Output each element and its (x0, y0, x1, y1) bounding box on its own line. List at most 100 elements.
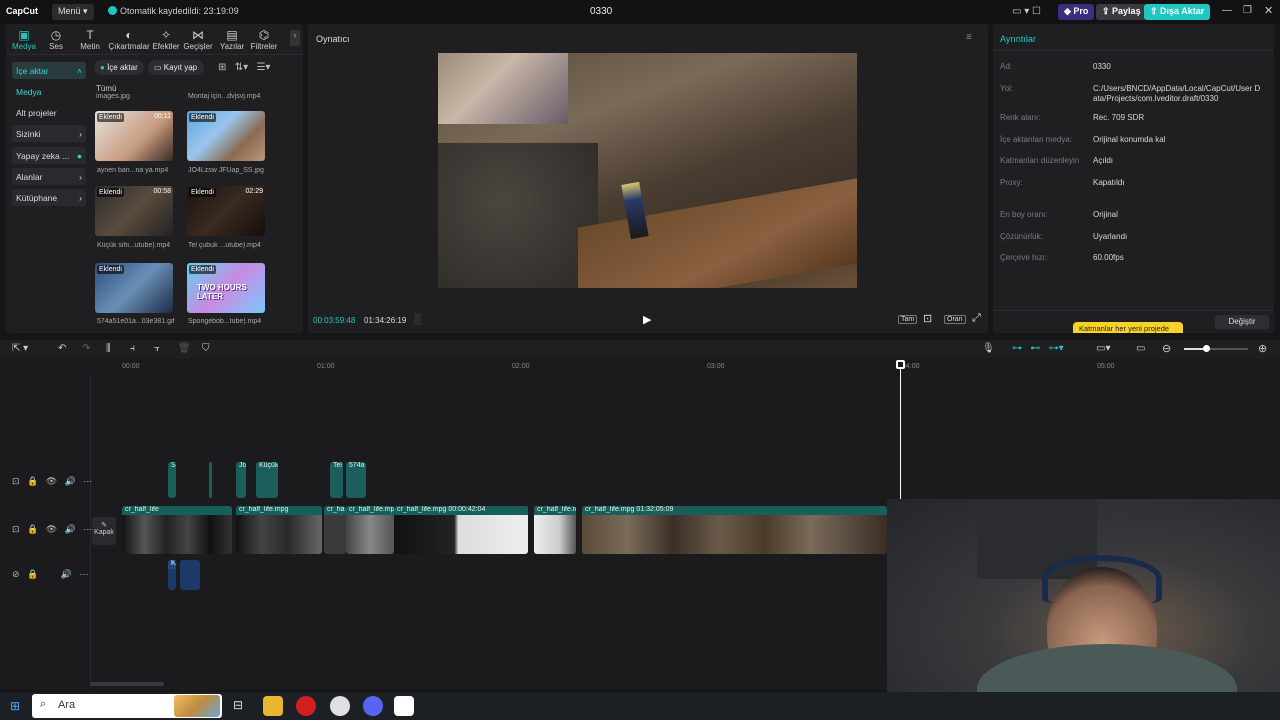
media-item[interactable]: Eklendi (187, 111, 265, 161)
opera-icon[interactable] (296, 696, 316, 716)
cover-button[interactable]: ✎ Kapak (92, 517, 116, 545)
close-icon[interactable]: ✕ (1264, 4, 1273, 17)
tab-transition[interactable]: ⋈ Geçişler (180, 28, 216, 51)
split-icon[interactable]: ⫼ (106, 343, 111, 354)
caption-icon[interactable]: ▭ (1136, 343, 1145, 354)
video-preview[interactable] (438, 53, 857, 288)
media-item[interactable]: Eklendi 00:11 (95, 111, 173, 161)
sidebar-item-media[interactable]: Medya (12, 83, 86, 100)
capcut-icon[interactable] (394, 696, 414, 716)
crop-icon[interactable]: ⊡ (923, 312, 932, 325)
audio-clip[interactable]: Ki (168, 560, 176, 590)
export-button[interactable]: ⇧ Dışa Aktar (1144, 4, 1211, 20)
minimize-icon[interactable]: — (1222, 5, 1232, 16)
details-title: Ayrıntılar (1000, 34, 1036, 44)
tab-captions[interactable]: ▤ Yazılar (214, 28, 250, 51)
overlay-clip[interactable]: S (168, 462, 176, 498)
overlay-clip[interactable] (209, 462, 212, 498)
track-icons[interactable]: ⊘ 🔒 🔊 ⋯ (12, 569, 88, 580)
tab-label: Medya (11, 42, 36, 51)
divider (6, 54, 303, 55)
headphones (1042, 555, 1162, 603)
tab-audio[interactable]: ◷ Ses (38, 28, 74, 51)
obs-icon[interactable] (330, 696, 350, 716)
microphone-icon[interactable]: 🎙 (982, 343, 995, 354)
tab-media[interactable]: ▣ Medya (6, 28, 42, 51)
tab-text[interactable]: T Metin (72, 28, 108, 51)
main-clip[interactable]: cr_ha (324, 506, 346, 554)
split-left-icon[interactable]: ⫞ (130, 343, 135, 354)
tab-label: Filtreler (250, 42, 278, 51)
playhead-handle[interactable] (896, 360, 905, 369)
chevron-right-icon[interactable]: › (290, 30, 300, 46)
discord-icon[interactable] (363, 696, 383, 716)
waveform-icon[interactable]: ▒ (414, 314, 421, 325)
overlay-clip[interactable]: Küçük (256, 462, 278, 498)
playhead[interactable] (900, 362, 901, 500)
menu-icon[interactable]: ≡ (966, 32, 972, 43)
overlay-clip[interactable]: 574a (346, 462, 366, 498)
sidebar-item-subprojects[interactable]: Alt projeler (12, 104, 86, 121)
full-button[interactable]: Tam (898, 315, 918, 324)
detail-label: En boy oranı: (1000, 210, 1048, 219)
main-clip[interactable]: cr_half_life.m (534, 506, 576, 554)
maximize-icon[interactable]: ❐ (1243, 5, 1252, 16)
search-highlight-image (174, 695, 220, 717)
task-view-icon[interactable]: ⊟ (233, 698, 243, 712)
sidebar-item-spaces[interactable]: Alanlar › (12, 168, 86, 185)
windows-start-icon[interactable]: ⊞ (10, 699, 20, 713)
search-icon[interactable]: ⌕ (190, 63, 195, 74)
split-right-icon[interactable]: ⫟ (154, 343, 160, 354)
media-item[interactable]: Eklendi (95, 263, 173, 313)
fullscreen-icon[interactable]: ⤢ (972, 312, 981, 325)
overlay-clip[interactable]: Tel (330, 462, 343, 498)
zoom-slider-handle[interactable] (1203, 345, 1210, 352)
main-clip[interactable]: cr_half_life.mpg (346, 506, 394, 554)
main-clip[interactable]: cr_half_life.mpg (236, 506, 322, 554)
media-item[interactable]: Eklendi 02:29 (187, 186, 265, 236)
play-icon[interactable]: ▶ (643, 313, 651, 326)
track-icons[interactable]: ⊡ 🔒 👁 🔊 ⋯ (12, 476, 92, 487)
redo-icon[interactable]: ↷ (82, 343, 90, 354)
layout-icon[interactable]: ▭ ▾ ☐ (1012, 6, 1041, 17)
media-item[interactable]: Eklendi 00:58 (95, 186, 173, 236)
sidebar-item-yours[interactable]: Sizinki › (12, 125, 86, 142)
main-clip[interactable]: cr_half_life (122, 506, 232, 554)
select-tool-icon[interactable]: ⇱ ▾ (12, 343, 28, 354)
tab-sticker[interactable]: ◐ Çıkartmalar (106, 28, 152, 51)
zoom-in-icon[interactable]: ⊕ (1258, 342, 1267, 355)
undo-icon[interactable]: ↶ (58, 343, 66, 354)
detail-label: Çözünürlük: (1000, 232, 1043, 241)
import-button[interactable]: ● İçe aktar (94, 60, 144, 75)
horizontal-scrollbar[interactable] (90, 682, 164, 686)
zoom-out-icon[interactable]: ⊖ (1162, 342, 1171, 355)
media-item[interactable]: Eklendi TWO HOURS LATER (187, 263, 265, 313)
record-button[interactable]: ▭ Kayıt yap (148, 60, 204, 75)
main-clip[interactable]: cr_half_life.mpg 01:32:05:09 (582, 506, 887, 554)
overlay-clip[interactable]: Jö (236, 462, 246, 498)
audio-clip[interactable] (180, 560, 200, 590)
main-clip[interactable]: cr_half_life.mpg 00:00:42:04 (394, 506, 528, 554)
change-button[interactable]: Değiştir (1215, 315, 1269, 329)
tab-filter[interactable]: ⌬ Filtreler (246, 28, 282, 51)
delete-icon[interactable]: 🗑 (178, 343, 191, 354)
track-icons[interactable]: ⊡ 🔒 👁 🔊 ⋯ (12, 524, 92, 535)
shield-icon[interactable]: ⛉ (202, 343, 210, 354)
share-button[interactable]: ⇪ Paylaş (1096, 4, 1147, 20)
divider (993, 310, 1274, 311)
file-explorer-icon[interactable] (263, 696, 283, 716)
zoom-slider[interactable] (1184, 345, 1248, 352)
preview-icon[interactable]: ▭▾ (1096, 343, 1110, 354)
menu-button[interactable]: Menü ▾ (52, 4, 94, 20)
grid-view-icon[interactable]: ⊞ ⇅▾ ☰▾ (218, 62, 270, 73)
sidebar-item-library[interactable]: Kütüphane › (12, 189, 86, 206)
ratio-button[interactable]: Oran (944, 315, 966, 324)
sidebar-item-import[interactable]: İçe aktar ˄ (12, 62, 86, 79)
detail-value: Açıldı (1093, 156, 1114, 165)
pro-button[interactable]: ◆ Pro (1058, 4, 1095, 20)
webcam-feed (887, 499, 1280, 720)
link-icon[interactable]: ⊶ ⊷ ⊶▾ (1012, 343, 1064, 354)
sidebar-item-ai[interactable]: Yapay zeka ... ● (12, 147, 86, 164)
taskbar-search[interactable]: ⌕ Ara (32, 694, 222, 718)
tab-effects[interactable]: ✧ Efektler (148, 28, 184, 51)
